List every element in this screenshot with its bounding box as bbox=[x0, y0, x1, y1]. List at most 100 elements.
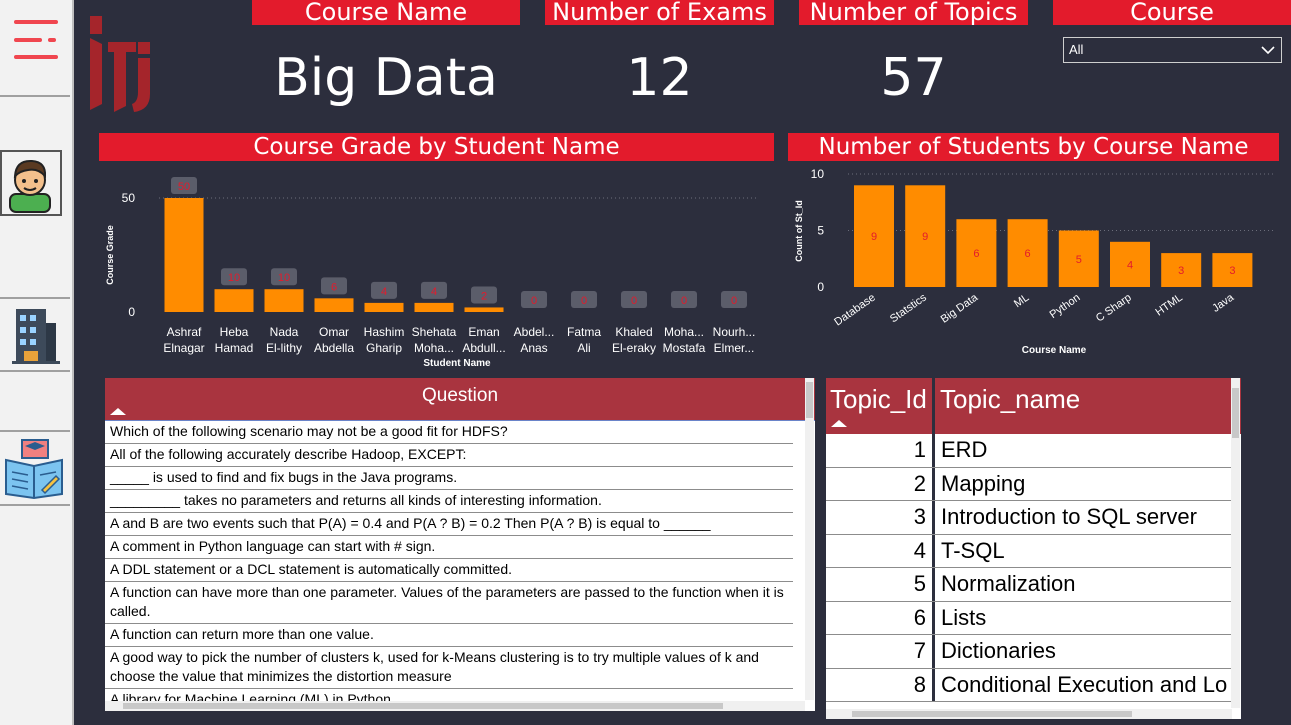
data-label: 0 bbox=[731, 295, 737, 307]
question-row[interactable]: A DDL statement or a DCL statement is au… bbox=[105, 559, 793, 582]
data-label: 0 bbox=[681, 295, 687, 307]
exams-value: 12 bbox=[626, 48, 693, 108]
x-tick-label: Hamad bbox=[215, 341, 254, 355]
course-name-header: Course Name bbox=[252, 0, 520, 25]
question-row[interactable]: A comment in Python language can start w… bbox=[105, 536, 793, 559]
question-header-label: Question bbox=[421, 385, 499, 406]
topic-row[interactable]: 3 Introduction to SQL server bbox=[826, 501, 1232, 535]
x-tick-label: Mostafa bbox=[663, 341, 706, 355]
topic-row[interactable]: 5 Normalization bbox=[826, 568, 1232, 602]
bar bbox=[164, 198, 204, 312]
x-tick-label: Omar bbox=[319, 325, 349, 339]
question-row[interactable]: All of the following accurately describe… bbox=[105, 444, 793, 467]
x-tick-label: Fatma bbox=[567, 325, 601, 339]
building-nav-button[interactable] bbox=[0, 299, 70, 372]
course-slicer-header: Course bbox=[1053, 0, 1291, 25]
x-tick-label: Khaled bbox=[615, 325, 652, 339]
question-rows: Which of the following scenario may not … bbox=[105, 421, 815, 711]
topic-row[interactable]: 8 Conditional Execution and Lo bbox=[826, 668, 1232, 702]
question-row[interactable]: _____ is used to find and fix bugs in th… bbox=[105, 467, 793, 490]
x-tick-label: Python bbox=[1048, 292, 1083, 321]
x-tick-label: Abdel... bbox=[514, 325, 555, 339]
topic-id-cell: 5 bbox=[913, 571, 926, 596]
question-vertical-scrollbar[interactable] bbox=[805, 378, 814, 700]
data-label: 50 bbox=[178, 181, 190, 193]
scrollbar-thumb[interactable] bbox=[806, 382, 813, 418]
x-tick-label: C Sharp bbox=[1094, 292, 1134, 325]
question-row[interactable]: A function can have more than one parame… bbox=[105, 582, 793, 624]
topic-row[interactable]: 4 T-SQL bbox=[826, 534, 1232, 568]
topic-name-cell: Normalization bbox=[941, 571, 1076, 596]
grade-chart-title: Course Grade by Student Name bbox=[99, 133, 774, 161]
x-tick-label: Moha... bbox=[414, 341, 454, 355]
x-tick-label: El-eraky bbox=[612, 341, 656, 355]
x-tick-label: HTML bbox=[1154, 292, 1185, 319]
data-label: 6 bbox=[331, 281, 337, 293]
data-label: 9 bbox=[922, 231, 928, 243]
iti-logo bbox=[90, 16, 150, 112]
topic-vertical-scrollbar[interactable] bbox=[1231, 378, 1240, 708]
x-axis-title: Course Name bbox=[1022, 345, 1087, 356]
question-table: Question Which of the following scenario… bbox=[105, 378, 815, 711]
question-row[interactable]: A function can return more than one valu… bbox=[105, 624, 793, 647]
student-nav-button[interactable] bbox=[0, 150, 62, 216]
topics-value: 57 bbox=[880, 48, 947, 108]
question-column-header[interactable]: Question bbox=[105, 378, 815, 421]
x-tick-label: Eman bbox=[468, 325, 499, 339]
topics-header: Number of Topics bbox=[799, 0, 1028, 25]
topic-horizontal-scrollbar[interactable] bbox=[826, 709, 1232, 719]
y-axis-title: Course Grade bbox=[105, 225, 115, 285]
topic-table: Topic_Id Topic_name 1 ERD 2 Mapping 3 Introdu… bbox=[826, 378, 1241, 719]
question-row[interactable]: A good way to pick the number of cluster… bbox=[105, 647, 793, 689]
data-label: 0 bbox=[631, 295, 637, 307]
bar bbox=[464, 307, 504, 312]
question-row[interactable]: _________ takes no parameters and return… bbox=[105, 490, 793, 513]
data-label: 4 bbox=[431, 286, 437, 298]
data-label: 0 bbox=[531, 295, 537, 307]
question-horizontal-scrollbar[interactable] bbox=[105, 701, 805, 711]
data-label: 10 bbox=[228, 272, 240, 284]
course-dropdown-value: All bbox=[1069, 42, 1084, 57]
question-row[interactable]: Which of the following scenario may not … bbox=[105, 421, 793, 444]
sort-ascending-icon bbox=[110, 408, 126, 415]
topic-id-column-header[interactable]: Topic_Id bbox=[830, 384, 927, 415]
topic-id-cell: 3 bbox=[913, 504, 926, 529]
y-tick-label: 5 bbox=[817, 224, 824, 238]
x-tick-label: ML bbox=[1012, 292, 1031, 311]
building-icon bbox=[12, 309, 60, 364]
y-tick-label: 10 bbox=[811, 167, 825, 181]
menu-button[interactable] bbox=[0, 0, 70, 97]
y-axis-title: Count of St_Id bbox=[794, 200, 804, 262]
menu-icon bbox=[14, 20, 58, 24]
grade-bar-chart: 0 50 Course Grade 50 Ashraf Elnagar 10 Heba Hama… bbox=[105, 177, 759, 369]
topic-id-cell: 1 bbox=[913, 437, 926, 462]
question-row[interactable]: A and B are two events such that P(A) = … bbox=[105, 513, 793, 536]
x-tick-label: Heba bbox=[220, 325, 249, 339]
data-label: 3 bbox=[1229, 265, 1235, 277]
students-chart-title: Number of Students by Course Name bbox=[788, 133, 1279, 161]
data-label: 10 bbox=[278, 272, 290, 284]
bar bbox=[214, 289, 254, 312]
bar bbox=[414, 302, 454, 312]
x-tick-label: Anas bbox=[520, 341, 547, 355]
course-dropdown[interactable]: All bbox=[1063, 37, 1282, 63]
topic-row[interactable]: 7 Dictionaries bbox=[826, 635, 1232, 669]
x-tick-label: Ashraf bbox=[167, 325, 202, 339]
x-tick-label: Nada bbox=[270, 325, 299, 339]
topic-id-cell: 2 bbox=[913, 470, 926, 496]
education-nav-button[interactable] bbox=[0, 432, 70, 506]
topic-row[interactable]: 6 Lists bbox=[826, 601, 1232, 635]
data-label: 4 bbox=[1127, 259, 1133, 271]
x-tick-label: Elmer... bbox=[714, 341, 755, 355]
topic-row[interactable]: 2 Mapping bbox=[826, 467, 1232, 501]
bar bbox=[264, 289, 304, 312]
data-label: 3 bbox=[1178, 265, 1184, 277]
students-bar-chart: 0 5 10 Count of St_Id 9 Database 9 Statstics 6 Bi… bbox=[794, 167, 1274, 356]
data-label: 0 bbox=[581, 295, 587, 307]
topic-row[interactable]: 1 ERD bbox=[826, 434, 1232, 468]
topic-name-cell: Lists bbox=[941, 604, 987, 630]
topic-name-column-header[interactable]: Topic_name bbox=[940, 384, 1080, 415]
x-tick-label: El-lithy bbox=[266, 341, 302, 355]
topic-name-cell: Dictionaries bbox=[941, 638, 1056, 663]
course-name-value: Big Data bbox=[274, 48, 498, 108]
